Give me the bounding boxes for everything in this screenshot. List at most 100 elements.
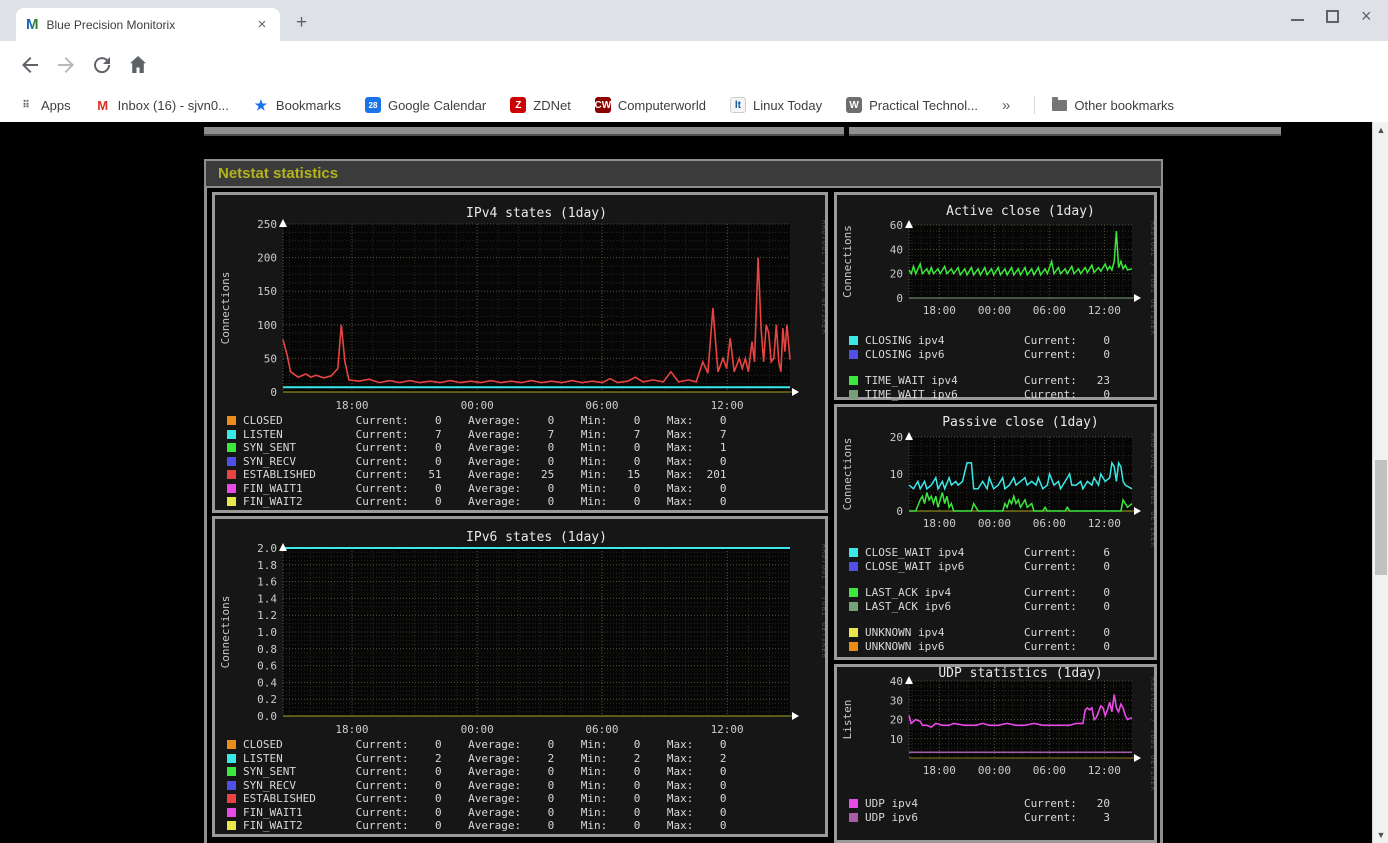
- rrdtool-watermark: RRDTOOL / TOBI OETIKER: [820, 220, 825, 335]
- bookmark-chevrons[interactable]: »: [1002, 97, 1010, 114]
- chart-title: UDP statistics (1day): [938, 667, 1102, 681]
- chart-panel-passive_close[interactable]: 0 10 20 18:00 00:00 06:00 12:00 Passive close (…: [834, 404, 1157, 660]
- chart-panel-udp_statistics[interactable]: 10 20 30 40 18:00 00:00 06:00 12:00 UDP statisti…: [834, 664, 1157, 843]
- chart-panel-ipv4_states[interactable]: 0 50 100 150 200 250 18:00 00:00 06:00 12:00 IPv4 …: [212, 192, 828, 513]
- bookmark-apps[interactable]: ⠿ Apps: [18, 97, 70, 113]
- chart-legend: CLOSED Current: 0 Average: 0 Min: 0 Max:…: [227, 414, 821, 509]
- svg-text:60: 60: [890, 219, 903, 232]
- reload-icon[interactable]: [90, 53, 114, 77]
- window-close-button[interactable]: ×: [1361, 7, 1374, 25]
- bookmark-label: Practical Technol...: [869, 97, 978, 113]
- legend-text: CLOSING ipv6 Current: 0: [865, 347, 1111, 361]
- new-tab-button[interactable]: +: [296, 12, 307, 34]
- chart-panel-ipv6_states[interactable]: 0.0 0.2 0.4 0.6 0.8 1.0 1.2 1.4 1.6 1.8 2.0 18:00 00…: [212, 516, 828, 837]
- gmail-icon: M: [97, 97, 109, 113]
- bookmark-star[interactable]: ★ Bookmarks: [253, 97, 341, 113]
- window-maximize-button[interactable]: [1326, 10, 1339, 23]
- legend-row: LISTEN Current: 7 Average: 7 Min: 7 Max:…: [227, 428, 821, 442]
- svg-text:1.0: 1.0: [257, 626, 277, 639]
- scroll-up-arrow[interactable]: ▲: [1373, 122, 1388, 138]
- svg-text:250: 250: [257, 218, 277, 231]
- rrdtool-watermark: RRDTOOL / TOBI OETIKER: [820, 544, 825, 659]
- bookmark-label: »: [1002, 96, 1011, 114]
- legend-text: SYN_RECV Current: 0 Average: 0 Min: 0 Ma…: [243, 778, 727, 792]
- legend-swatch: [227, 470, 236, 480]
- legend-text: CLOSING ipv4 Current: 0: [865, 334, 1111, 348]
- legend-text: UNKNOWN ipv4 Current: 0: [865, 626, 1111, 640]
- legend-row: FIN_WAIT2 Current: 0 Average: 0 Min: 0 M…: [227, 819, 821, 833]
- chart-panel-active_close[interactable]: 0 20 40 60 18:00 00:00 06:00 12:00 Active close …: [834, 192, 1157, 401]
- legend-swatch: [227, 429, 236, 439]
- legend-swatch: [849, 641, 858, 651]
- svg-text:06:00: 06:00: [585, 399, 618, 412]
- legend-text: FIN_WAIT1 Current: 0 Average: 0 Min: 0 M…: [243, 481, 727, 495]
- y-axis-label: Connections: [841, 438, 854, 511]
- legend-text: ESTABLISHED Current: 0 Average: 0 Min: 0…: [243, 792, 727, 806]
- svg-text:00:00: 00:00: [978, 304, 1011, 317]
- svg-text:1.2: 1.2: [257, 609, 277, 622]
- bookmark-wordpress[interactable]: W Practical Technol...: [846, 97, 978, 113]
- section-title: Netstat statistics: [218, 165, 339, 182]
- bookmark-gmail[interactable]: M Inbox (16) - sjvn0...: [95, 97, 229, 113]
- apps-icon: ⠿: [22, 99, 30, 111]
- window-minimize-button[interactable]: [1291, 13, 1304, 21]
- bookmark-computerworld[interactable]: CW Computerworld: [594, 97, 706, 113]
- browser-tab[interactable]: M Blue Precision Monitorix ×: [16, 8, 280, 41]
- rrdtool-watermark: RRDTOOL / TOBI OETIKER: [1149, 677, 1154, 792]
- bookmark-label: Google Calendar: [387, 97, 487, 113]
- legend-swatch: [849, 349, 858, 359]
- scrollbar-thumb[interactable]: [1375, 460, 1387, 575]
- legend-swatch: [227, 807, 236, 817]
- legend-swatch: [849, 336, 858, 346]
- title-bar: M Blue Precision Monitorix × + ×: [0, 0, 1388, 41]
- legend-text: CLOSED Current: 0 Average: 0 Min: 0 Max:…: [243, 414, 727, 428]
- svg-text:10: 10: [890, 468, 903, 481]
- tab-close-icon[interactable]: ×: [254, 17, 270, 32]
- home-icon[interactable]: [126, 53, 150, 77]
- computerworld-icon: CW: [594, 97, 611, 113]
- chart-legend: UDP ipv4 Current: 20 UDP ipv6 Current: 3: [849, 797, 1150, 824]
- bookmark-linuxtoday[interactable]: lt Linux Today: [729, 97, 822, 113]
- legend-swatch: [227, 456, 236, 466]
- chart-legend: CLOSE_WAIT ipv4 Current: 6 CLOSE_WAIT ipv…: [849, 546, 1150, 653]
- legend-swatch: [849, 812, 858, 822]
- legend-swatch: [849, 601, 858, 611]
- chart-legend: CLOSING ipv4 Current: 0 CLOSING ipv6 Curr…: [849, 334, 1150, 401]
- svg-text:18:00: 18:00: [923, 304, 956, 317]
- scrollbar[interactable]: ▲ ▼: [1372, 122, 1388, 843]
- legend-row: CLOSE_WAIT ipv4 Current: 6: [849, 546, 1150, 560]
- legend-swatch: [849, 561, 858, 571]
- legend-row: CLOSED Current: 0 Average: 0 Min: 0 Max:…: [227, 414, 821, 428]
- svg-text:0: 0: [896, 505, 903, 518]
- folder-icon: [1051, 96, 1067, 113]
- back-icon[interactable]: [18, 53, 42, 77]
- legend-text: LISTEN Current: 2 Average: 2 Min: 2 Max:…: [243, 751, 727, 765]
- svg-text:40: 40: [890, 243, 903, 256]
- svg-text:1.6: 1.6: [257, 576, 277, 589]
- bookmark-label: Computerworld: [617, 97, 706, 113]
- svg-text:20: 20: [890, 714, 903, 727]
- legend-text: CLOSED Current: 0 Average: 0 Min: 0 Max:…: [243, 738, 727, 752]
- legend-row: SYN_SENT Current: 0 Average: 0 Min: 0 Ma…: [227, 441, 821, 455]
- legend-text: UDP ipv4 Current: 20: [865, 797, 1111, 811]
- svg-text:1.8: 1.8: [257, 559, 277, 572]
- legend-swatch: [849, 389, 858, 399]
- bookmark-zdnet[interactable]: Z ZDNet: [510, 97, 571, 113]
- chart-legend: CLOSED Current: 0 Average: 0 Min: 0 Max:…: [227, 738, 821, 833]
- bookmark-calendar[interactable]: 28 Google Calendar: [364, 97, 487, 113]
- scroll-down-arrow[interactable]: ▼: [1373, 827, 1388, 843]
- legend-row: FIN_WAIT1 Current: 0 Average: 0 Min: 0 M…: [227, 806, 821, 820]
- bookmark-folder[interactable]: Other bookmarks: [1051, 96, 1174, 113]
- svg-text:12:00: 12:00: [1088, 517, 1121, 530]
- monitorix-favicon: M: [26, 16, 39, 33]
- svg-text:10: 10: [890, 733, 903, 746]
- legend-text: SYN_SENT Current: 0 Average: 0 Min: 0 Ma…: [243, 441, 727, 455]
- legend-row: UNKNOWN ipv4 Current: 0: [849, 626, 1150, 640]
- legend-text: LAST_ACK ipv4 Current: 0: [865, 586, 1111, 600]
- legend-swatch: [227, 740, 236, 750]
- svg-text:12:00: 12:00: [1088, 304, 1121, 317]
- legend-row: LISTEN Current: 2 Average: 2 Min: 2 Max:…: [227, 752, 821, 766]
- forward-icon[interactable]: [54, 53, 78, 77]
- svg-text:06:00: 06:00: [585, 723, 618, 736]
- previous-section-edge: [849, 127, 1281, 136]
